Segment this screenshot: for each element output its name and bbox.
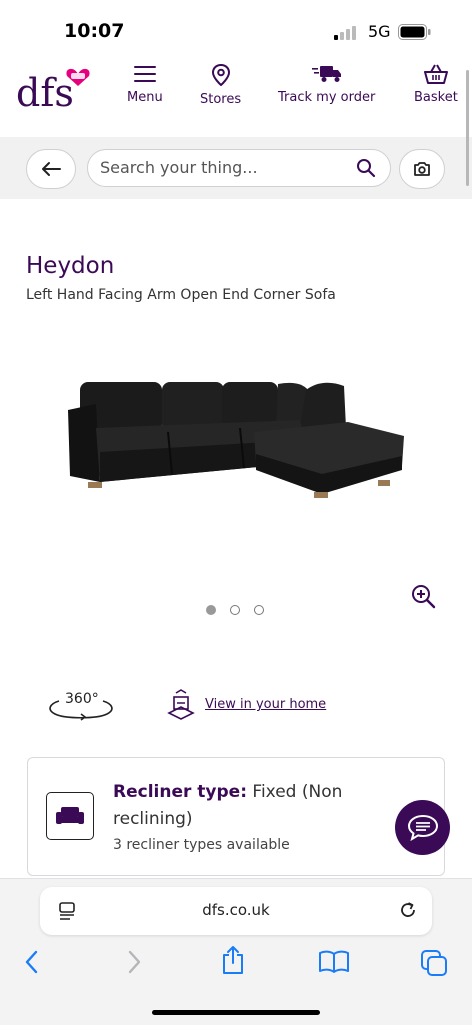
view-360-button[interactable]: 360° [45, 688, 117, 724]
search-input[interactable] [98, 157, 342, 178]
camera-icon [414, 162, 430, 176]
browser-forward-icon[interactable] [124, 949, 144, 975]
recliner-types-available: 3 recliner types available [113, 837, 290, 853]
tabs-icon[interactable] [420, 949, 448, 977]
menu-icon [133, 66, 156, 82]
ar-view-icon [167, 689, 195, 720]
nav-stores[interactable]: Stores [200, 64, 241, 107]
status-time: 10:07 [64, 20, 125, 42]
url-text: dfs.co.uk [202, 901, 270, 919]
cellular-signal-icon [334, 26, 356, 40]
gallery-dot-3[interactable] [254, 605, 264, 615]
browser-back-icon[interactable] [22, 949, 42, 975]
nav-stores-label: Stores [200, 92, 242, 107]
nav-menu-label: Menu [127, 90, 163, 105]
search-icon[interactable] [356, 158, 376, 178]
product-description: Left Hand Facing Arm Open End Corner Sof… [26, 287, 336, 303]
recliner-type-text: Recliner type: Fixed (Non reclining) [113, 779, 363, 833]
svg-text:dfs: dfs [16, 71, 74, 114]
view-in-your-home-link[interactable]: View in your home [205, 697, 326, 712]
product-name: Heydon [26, 253, 115, 279]
basket-icon [423, 64, 448, 84]
chat-bubble-icon [407, 814, 438, 841]
reload-icon[interactable] [398, 900, 418, 920]
nav-menu[interactable]: Menu [127, 64, 163, 105]
nav-basket-label: Basket [414, 90, 458, 105]
view-360-label: 360° [65, 691, 99, 707]
address-bar[interactable]: dfs.co.uk [40, 887, 432, 935]
gallery-dot-2[interactable] [230, 605, 240, 615]
battery-icon [398, 24, 431, 40]
nav-track-order[interactable]: Track my order [278, 64, 375, 105]
location-pin-icon [211, 64, 230, 86]
armchair-icon [46, 792, 94, 840]
nav-track-order-label: Track my order [278, 90, 376, 105]
back-button[interactable] [26, 149, 76, 189]
recliner-type-label: Recliner type: [113, 782, 247, 802]
product-image-sofa[interactable] [60, 370, 412, 502]
page-scrollbar[interactable] [466, 70, 469, 186]
search-field[interactable] [87, 149, 391, 187]
delivery-truck-icon [311, 66, 341, 82]
dfs-logo[interactable]: dfs [16, 64, 92, 114]
gallery-dot-1[interactable] [206, 605, 216, 615]
network-type: 5G [368, 22, 391, 41]
chat-button[interactable] [395, 800, 450, 855]
bookmarks-icon[interactable] [318, 949, 350, 975]
nav-basket[interactable]: Basket [414, 64, 458, 105]
share-icon[interactable] [220, 945, 246, 975]
recliner-type-card[interactable]: Recliner type: Fixed (Non reclining) 3 r… [27, 757, 445, 876]
home-indicator [152, 1010, 320, 1015]
arrow-left-icon [42, 162, 61, 176]
visual-search-button[interactable] [399, 149, 445, 189]
zoom-in-icon[interactable] [410, 583, 436, 609]
browser-toolbar: dfs.co.uk [0, 878, 472, 1025]
search-bar-region [0, 137, 472, 199]
